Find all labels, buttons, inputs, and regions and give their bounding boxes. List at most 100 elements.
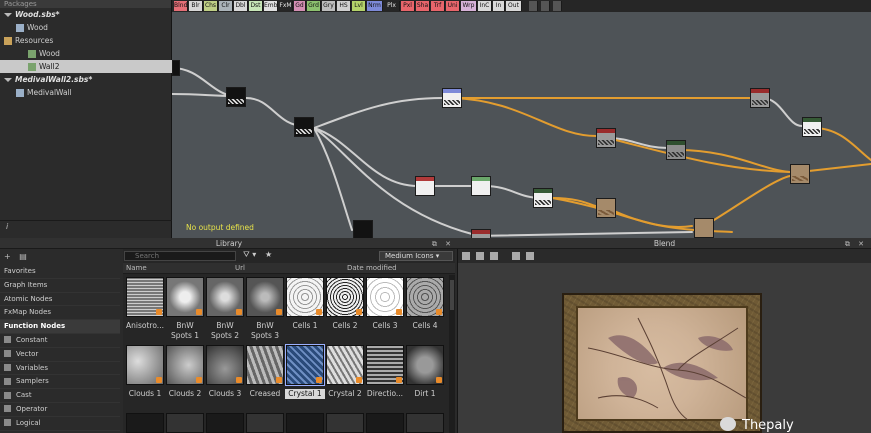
column-date[interactable]: Date modified [347,264,397,272]
library-item-label[interactable]: Anisotro... [125,321,165,331]
library-item-thumbnail[interactable] [285,344,325,386]
library-category[interactable]: Atomic Nodes [0,293,120,307]
graph-node[interactable] [294,117,314,137]
toolbar-node-button[interactable]: FxM [279,1,293,11]
library-item-label[interactable]: BnW Spots 2 [205,321,245,341]
toolbar-node-button[interactable]: Gd [294,1,306,11]
library-category[interactable]: Favorites [0,265,120,279]
graph-node[interactable] [415,176,435,196]
graph-node[interactable] [694,218,714,238]
library-item-thumbnail[interactable] [126,277,164,317]
library-item-thumbnail[interactable] [286,413,324,433]
library-item-label[interactable]: BnW Spots 3 [245,321,285,341]
library-item-label[interactable]: Cells 2 [325,321,365,331]
library-category[interactable]: Logical [0,417,120,431]
library-item-thumbnail[interactable] [326,413,364,433]
library-item-thumbnail[interactable] [246,345,284,385]
library-item-thumbnail[interactable] [366,413,404,433]
toolbar-node-button[interactable]: In [493,1,505,11]
library-item-label[interactable]: Dirt 1 [405,389,445,399]
layout-icon[interactable] [462,252,470,260]
tree-item[interactable]: Wall2 [0,60,172,73]
info-icon[interactable]: i [6,222,8,231]
search-input[interactable] [124,251,236,261]
graph-node[interactable] [750,88,770,108]
library-category[interactable]: Operator [0,403,120,417]
library-item-label[interactable]: Clouds 2 [165,389,205,399]
library-item-thumbnail[interactable] [126,413,164,433]
library-scrollbar-thumb[interactable] [450,280,454,310]
toolbar-node-button[interactable]: Dst [249,1,263,11]
star-icon[interactable]: ★ [265,250,272,259]
texture-preview[interactable] [458,263,871,433]
library-item-label[interactable]: BnW Spots 1 [165,321,205,341]
library-item-thumbnail[interactable] [206,345,244,385]
library-item-thumbnail[interactable] [286,277,324,317]
add-icon[interactable]: + [4,252,11,261]
filter-icon[interactable]: ⛛ ▾ [243,250,256,260]
tree-item[interactable]: MedivalWall [0,86,172,99]
settings-icon[interactable] [526,252,534,260]
toolbar-node-button[interactable]: Sha [416,1,430,11]
tree-item[interactable]: Wood [0,47,172,60]
toolbar-node-button[interactable]: Plx [384,1,400,11]
toolbar-node-button[interactable]: HS [337,1,351,11]
frame-icon[interactable] [541,1,550,11]
document-icon[interactable]: ▤ [19,252,27,261]
toolbar-node-button[interactable]: Dbl [234,1,248,11]
library-item-thumbnail[interactable] [206,413,244,433]
graph-node[interactable] [471,229,491,238]
library-item-label[interactable]: Cells 4 [405,321,445,331]
library-item-thumbnail[interactable] [246,277,284,317]
toolbar-node-button[interactable]: Grd [307,1,321,11]
graph-node[interactable] [790,164,810,184]
library-category[interactable]: Vector [0,348,120,362]
toolbar-node-button[interactable]: Wrp [461,1,477,11]
library-category[interactable]: Cast [0,389,120,403]
library-item-label[interactable]: Clouds 3 [205,389,245,399]
graph-node[interactable] [442,88,462,108]
toolbar-node-button[interactable]: Uni [446,1,460,11]
library-category[interactable]: Function Nodes [0,320,120,334]
tree-item[interactable]: Wood.sbs* [0,8,172,21]
toolbar-node-button[interactable]: Emb [264,1,278,11]
toolbar-node-button[interactable]: Chs [204,1,218,11]
library-item-thumbnail[interactable] [366,345,404,385]
graph-node[interactable] [533,188,553,208]
library-item-thumbnail[interactable] [126,345,164,385]
library-item-label[interactable]: Cells 3 [365,321,405,331]
channels-icon[interactable] [490,252,498,260]
toolbar-node-button[interactable]: Clr [219,1,233,11]
library-category[interactable]: Graph Items [0,279,120,293]
library-item-thumbnail[interactable] [406,277,444,317]
toolbar-node-button[interactable]: InC [478,1,492,11]
toolbar-node-button[interactable]: Out [506,1,522,11]
library-item-label[interactable]: Creased [245,389,285,399]
column-url[interactable]: Url [235,264,245,272]
save-icon[interactable] [476,252,484,260]
library-item-label[interactable]: Crystal 2 [325,389,365,399]
library-item-thumbnail[interactable] [206,277,244,317]
tree-item[interactable]: Wood [0,21,172,34]
library-category[interactable]: FxMap Nodes [0,306,120,321]
library-category[interactable]: Samplers [0,375,120,390]
graph-node[interactable] [666,140,686,160]
library-item-label[interactable]: Crystal 1 [285,389,325,399]
pin-icon[interactable] [553,1,562,11]
toolbar-node-button[interactable]: Gry [322,1,336,11]
image-icon[interactable] [512,252,520,260]
comment-icon[interactable] [529,1,538,11]
library-item-thumbnail[interactable] [326,345,364,385]
tree-item[interactable]: MedivalWall2.sbs* [0,73,172,86]
library-item-thumbnail[interactable] [166,413,204,433]
graph-node[interactable] [471,176,491,196]
graph-node[interactable] [353,220,373,238]
library-item-label[interactable]: Directio... [365,389,405,399]
library-item-thumbnail[interactable] [166,345,204,385]
graph-node[interactable] [226,87,246,107]
library-item-thumbnail[interactable] [406,413,444,433]
library-category[interactable]: Variables [0,362,120,376]
library-item-label[interactable]: Cells 1 [285,321,325,331]
column-name[interactable]: Name [126,264,147,272]
toolbar-node-button[interactable]: Lvl [352,1,366,11]
